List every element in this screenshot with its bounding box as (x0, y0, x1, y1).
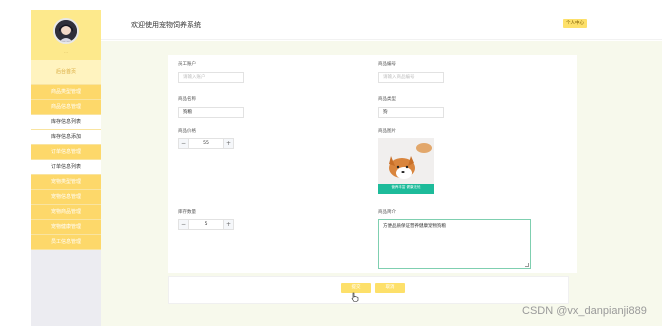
page: ... 后台首页 商品类型管理 商品信息管理 库存信息列表 库存信息添加 订单信息管理 订单… (0, 0, 668, 326)
resize-handle-icon[interactable] (525, 263, 529, 267)
sidebar-item[interactable]: 后台首页 (31, 60, 101, 85)
description-textarea[interactable]: 方便品质保证营养健康宠物狗粮 (378, 219, 531, 269)
product-type-label: 商品类型 (378, 97, 396, 102)
description-label: 商品简介 (378, 210, 396, 215)
quantity-label: 库存数量 (178, 210, 196, 215)
sidebar-item[interactable]: 库存信息列表 (31, 115, 101, 130)
avatar-name: ... (64, 49, 68, 54)
product-type-input[interactable]: 狗 (378, 107, 444, 118)
header: 欢迎使用宠物饲养系统 个人中心 (101, 10, 662, 40)
product-name-input[interactable]: 狗粮 (178, 107, 244, 118)
sidebar-item[interactable]: 商品类型管理 (31, 85, 101, 100)
sidebar-item[interactable]: 员工信息管理 (31, 235, 101, 250)
form-actions: 提交 取消 (168, 276, 569, 304)
sidebar-bottom (31, 284, 101, 326)
sidebar: ... 后台首页 商品类型管理 商品信息管理 库存信息列表 库存信息添加 订单信息管理 订单… (31, 10, 101, 326)
description-text: 方便品质保证营养健康宠物狗粮 (383, 224, 446, 229)
avatar-area: ... (31, 10, 101, 60)
image-caption: 营养丰富 健康无忧 (391, 185, 421, 189)
price-stepper[interactable]: − 55 + (178, 138, 234, 149)
image-label: 商品图片 (378, 129, 396, 134)
main-content: 员工账户 请输入账户 商品编号 请输入商品编号 商品名称 狗粮 商品类型 狗 商… (101, 41, 662, 326)
sidebar-item[interactable]: 宠物信息管理 (31, 190, 101, 205)
price-increment-button[interactable]: + (223, 139, 233, 148)
sidebar-item[interactable]: 宠物商品管理 (31, 205, 101, 220)
hand-cursor-icon (351, 292, 359, 302)
quantity-value[interactable]: 5 (189, 220, 223, 229)
employee-no-label: 员工账户 (178, 62, 196, 67)
sidebar-menu: 后台首页 商品类型管理 商品信息管理 库存信息列表 库存信息添加 订单信息管理 订单信息列表… (31, 60, 101, 250)
watermark: CSDN @vx_danpianji889 (522, 305, 647, 317)
sidebar-item[interactable]: 宠物类型管理 (31, 175, 101, 190)
sidebar-item[interactable]: 商品信息管理 (31, 100, 101, 115)
product-image[interactable]: 营养丰富 健康无忧 (378, 138, 434, 194)
quantity-increment-button[interactable]: + (223, 220, 233, 229)
personal-center-button[interactable]: 个人中心 (563, 19, 587, 28)
employee-no-input[interactable]: 请输入账户 (178, 72, 244, 83)
price-decrement-button[interactable]: − (179, 139, 189, 148)
price-value[interactable]: 55 (189, 139, 223, 148)
quantity-decrement-button[interactable]: − (179, 220, 189, 229)
product-form: 员工账户 请输入账户 商品编号 请输入商品编号 商品名称 狗粮 商品类型 狗 商… (168, 55, 577, 273)
sidebar-item[interactable]: 宠物健康管理 (31, 220, 101, 235)
page-title: 欢迎使用宠物饲养系统 (131, 21, 201, 29)
sidebar-item[interactable]: 订单信息列表 (31, 160, 101, 175)
product-no-input[interactable]: 请输入商品编号 (378, 72, 444, 83)
quantity-stepper[interactable]: − 5 + (178, 219, 234, 230)
avatar[interactable] (53, 18, 79, 44)
price-label: 商品价格 (178, 129, 196, 134)
sidebar-item[interactable]: 订单信息管理 (31, 145, 101, 160)
product-name-label: 商品名称 (178, 97, 196, 102)
cancel-button[interactable]: 取消 (375, 283, 405, 293)
sidebar-item[interactable]: 库存信息添加 (31, 130, 101, 145)
product-no-label: 商品编号 (378, 62, 396, 67)
